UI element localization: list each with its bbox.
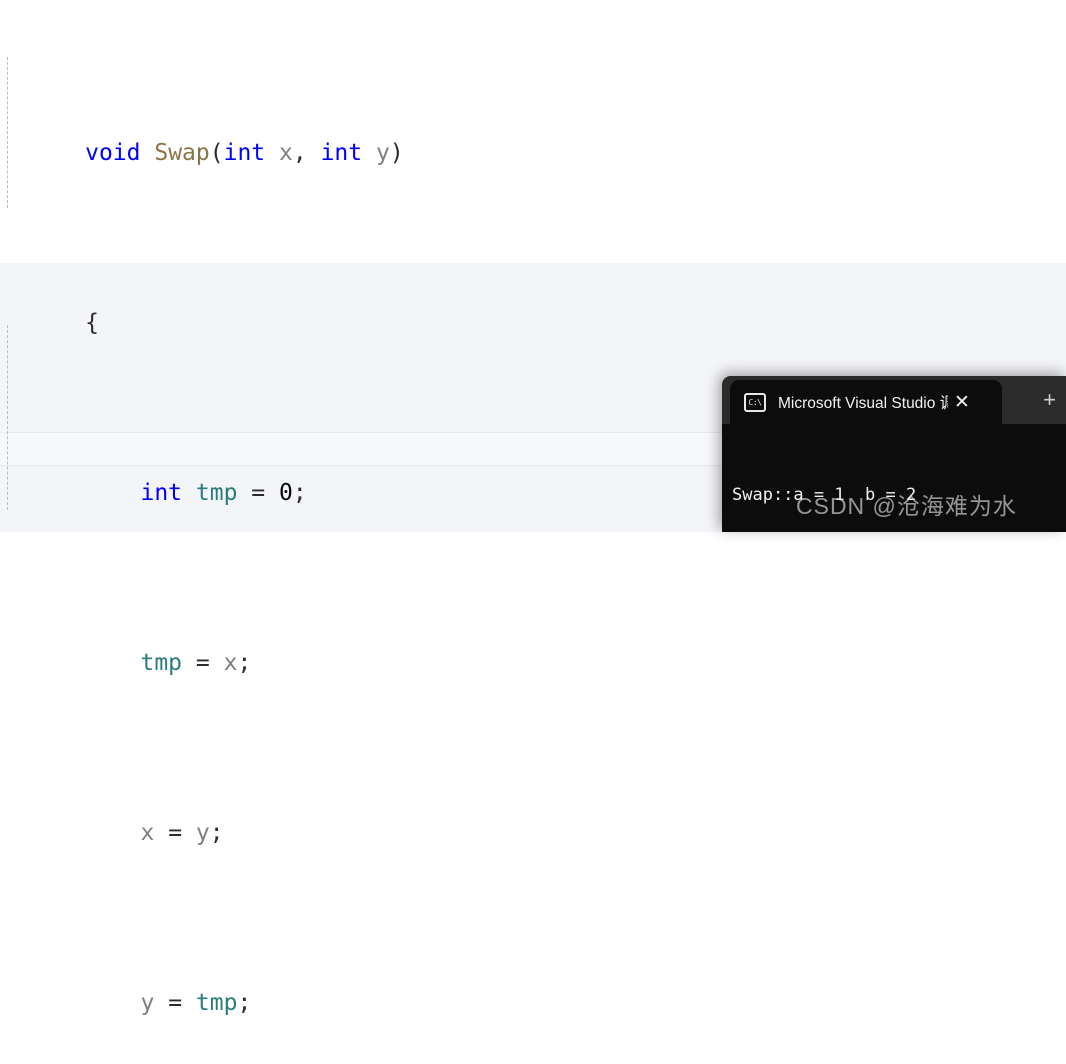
cmd-console-icon: C:\ <box>744 392 766 412</box>
token-assign: = <box>154 820 196 846</box>
token-comma: , <box>292 140 321 166</box>
token-param-x: x <box>140 820 155 846</box>
token-paren-open: ( <box>209 140 224 166</box>
token-function-swap: Swap <box>154 140 210 166</box>
token-semicolon: ; <box>292 480 307 506</box>
code-line[interactable]: void Swap(int x, int y) <box>0 102 1066 166</box>
token-semicolon: ; <box>209 820 224 846</box>
debug-console-window[interactable]: C:\ Microsoft Visual Studio 调试控 ✕ + Swap… <box>722 376 1066 532</box>
token-variable-tmp: tmp <box>195 480 238 506</box>
token-param-x: x <box>279 140 293 166</box>
code-line[interactable]: { <box>0 272 1066 336</box>
code-line[interactable]: tmp = x; <box>0 612 1066 676</box>
token-number-0: 0 <box>278 480 293 506</box>
token-keyword-int: int <box>320 140 363 166</box>
token-param-y: y <box>195 820 210 846</box>
console-output[interactable]: Swap::a = 1 b = 2 D:\C代码\函数24_1_1\x64\De… <box>722 424 1066 532</box>
code-line[interactable]: y = tmp; <box>0 952 1066 1016</box>
console-titlebar[interactable]: C:\ Microsoft Visual Studio 调试控 ✕ + <box>722 376 1066 424</box>
code-lines: void Swap(int x, int y) { int tmp = 0; t… <box>0 0 1066 1064</box>
close-icon[interactable]: ✕ <box>948 393 976 412</box>
code-line[interactable]: x = y; <box>0 782 1066 846</box>
new-tab-icon[interactable]: + <box>1043 389 1056 411</box>
token-keyword-int: int <box>140 480 183 506</box>
token-assign: = <box>237 480 279 506</box>
token-keyword-int: int <box>223 140 266 166</box>
token-paren-close: ) <box>389 140 404 166</box>
token-param-y: y <box>140 990 155 1016</box>
token-assign: = <box>154 990 196 1016</box>
token-keyword-void: void <box>85 140 141 166</box>
token-param-y: y <box>375 140 390 166</box>
token-variable-tmp: tmp <box>140 650 183 676</box>
console-output-line: Swap::a = 1 b = 2 <box>732 485 917 505</box>
console-tab[interactable]: C:\ Microsoft Visual Studio 调试控 ✕ <box>730 380 1002 424</box>
token-assign: = <box>182 650 224 676</box>
token-brace-open: { <box>85 310 99 336</box>
token-variable-tmp: tmp <box>195 990 238 1016</box>
console-title: Microsoft Visual Studio 调试控 <box>778 395 948 412</box>
token-param-x: x <box>223 650 238 676</box>
token-semicolon: ; <box>237 990 252 1016</box>
token-semicolon: ; <box>237 650 252 676</box>
